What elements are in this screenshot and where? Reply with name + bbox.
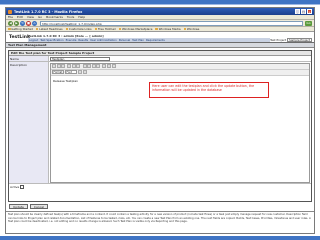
forward-button[interactable]: ▶ — [14, 20, 19, 26]
bookmark-item[interactable]: Customize Links — [65, 27, 92, 31]
reload-button[interactable]: ↻ — [20, 20, 25, 26]
tab-logout[interactable]: Logout — [29, 38, 38, 42]
bookmark-icon — [155, 27, 158, 31]
description-label: Description — [9, 62, 49, 183]
active-checkbox[interactable] — [20, 185, 24, 189]
font-select[interactable]: Font — [65, 70, 77, 74]
section-title: Test Plan Management — [6, 43, 314, 48]
bookmark-item[interactable]: Windows Media — [155, 27, 181, 31]
menu-tools[interactable]: Tools — [67, 15, 74, 19]
close-button[interactable]: × — [307, 9, 312, 14]
minimize-button[interactable]: _ — [295, 9, 300, 14]
align-right-icon[interactable] — [76, 64, 81, 68]
user-line: TestLink 1.7.0 RC 3 : admin [Role ... [ … — [28, 33, 104, 38]
tab-results[interactable]: Results — [78, 38, 88, 42]
align-left-icon[interactable] — [67, 64, 72, 68]
tab-user-administration[interactable]: User Administration — [90, 38, 117, 42]
tab-personal[interactable]: Personal — [119, 38, 130, 42]
bold-icon[interactable] — [52, 64, 56, 68]
text-color-icon[interactable] — [78, 70, 82, 74]
link-icon[interactable] — [102, 64, 107, 68]
back-button[interactable]: ◀ — [8, 20, 13, 26]
indent-icon[interactable] — [91, 64, 96, 68]
table-icon[interactable] — [111, 64, 116, 68]
project-selector: Test Project Sample Project — [270, 37, 312, 42]
navigation-toolbar: ◀ ▶ ↻ ■ ⌂ http://localhost/testlink_1.7.… — [6, 20, 314, 27]
underline-icon[interactable] — [61, 64, 66, 68]
header-main: TestLink 1.7.0 RC 3 : admin [Role ... [ … — [28, 33, 271, 42]
italic-icon[interactable] — [56, 64, 61, 68]
menu-file[interactable]: File — [8, 15, 13, 19]
bookmark-item[interactable]: Windows — [183, 27, 199, 31]
help-text: Test plan should be clearly defined task… — [6, 211, 314, 233]
app-logo: TestLink — [9, 34, 30, 40]
number-list-icon[interactable] — [87, 64, 92, 68]
tab-requirements[interactable]: Requirements — [146, 38, 165, 42]
menu-help[interactable]: Help — [78, 15, 85, 19]
project-select[interactable]: Sample Project — [287, 37, 312, 42]
align-center-icon[interactable] — [71, 64, 76, 68]
outdent-icon[interactable] — [96, 64, 101, 68]
go-button[interactable]: Go — [305, 20, 312, 26]
description-editor: Format Font Release Testplan Here user c… — [50, 62, 310, 183]
tab-test-plan[interactable]: Test Plan — [132, 38, 144, 42]
editor-toolbar-2: Format Font — [51, 69, 309, 76]
menu-go[interactable]: Go — [38, 15, 42, 19]
tab-execute[interactable]: Execute — [66, 38, 77, 42]
bookmark-item[interactable]: Latest Headlines — [35, 27, 63, 31]
cancel-button[interactable]: Cancel — [29, 204, 49, 209]
firefox-icon — [8, 9, 12, 14]
image-icon[interactable] — [107, 64, 112, 68]
browser-window: TestLink 1.7.0 RC 3 - Mozilla Firefox _ … — [5, 7, 315, 234]
app-header: TestLink TestLink 1.7.0 RC 3 : admin [Ro… — [6, 32, 314, 43]
menu-edit[interactable]: Edit — [17, 15, 23, 19]
description-row: Description Format Font Release Testplan… — [9, 62, 311, 184]
window-title: TestLink 1.7.0 RC 3 - Mozilla Firefox — [14, 9, 83, 14]
background-color-icon[interactable] — [82, 70, 87, 74]
home-button[interactable]: ⌂ — [32, 20, 37, 26]
slide-bottom-bar — [0, 236, 320, 240]
bookmark-icon — [183, 27, 187, 31]
bullet-list-icon[interactable] — [82, 64, 87, 68]
update-button[interactable]: Update — [9, 204, 28, 209]
bookmark-icon — [65, 27, 69, 31]
form-buttons: Update Cancel — [9, 204, 50, 209]
menu-bookmarks[interactable]: Bookmarks — [46, 15, 63, 19]
slide-accent-line — [0, 4, 320, 5]
name-label: Name — [9, 56, 49, 61]
app-tabs: Logout Test Specification Execute Result… — [28, 38, 271, 42]
address-bar[interactable]: http://localhost/testlink_1.7.0/index.ph… — [40, 20, 303, 26]
bookmark-item[interactable]: Free Hotmail — [94, 27, 116, 31]
stop-button[interactable]: ■ — [26, 20, 31, 26]
editor-text: Release Testplan — [53, 78, 79, 83]
tab-test-specification[interactable]: Test Specification — [40, 38, 63, 42]
slide-frame: TestLink 1.7.0 RC 3 - Mozilla Firefox _ … — [0, 0, 320, 240]
testplan-form: Edit the Test plan for Test Project Samp… — [8, 50, 312, 202]
name-input[interactable]: Testplan — [50, 56, 110, 61]
menu-view[interactable]: View — [27, 15, 34, 19]
annotation-callout: Here user can edit the testplan and clic… — [149, 81, 269, 98]
bookmark-item[interactable]: Windows Marketplace — [118, 27, 152, 31]
active-row: Active — [9, 184, 311, 190]
project-label: Test Project — [270, 37, 287, 42]
active-label: Active — [10, 185, 20, 189]
page-content: TestLink TestLink 1.7.0 RC 3 : admin [Ro… — [6, 32, 314, 233]
bookmark-item[interactable]: Getting Started — [8, 27, 33, 31]
maximize-button[interactable]: □ — [301, 9, 306, 14]
bookmark-icon — [35, 27, 39, 31]
title-bar: TestLink 1.7.0 RC 3 - Mozilla Firefox _ … — [6, 8, 314, 15]
bookmark-icon — [94, 27, 98, 31]
bookmark-icon — [118, 27, 122, 31]
format-select[interactable]: Format — [52, 70, 64, 74]
bookmark-icon — [8, 27, 11, 31]
